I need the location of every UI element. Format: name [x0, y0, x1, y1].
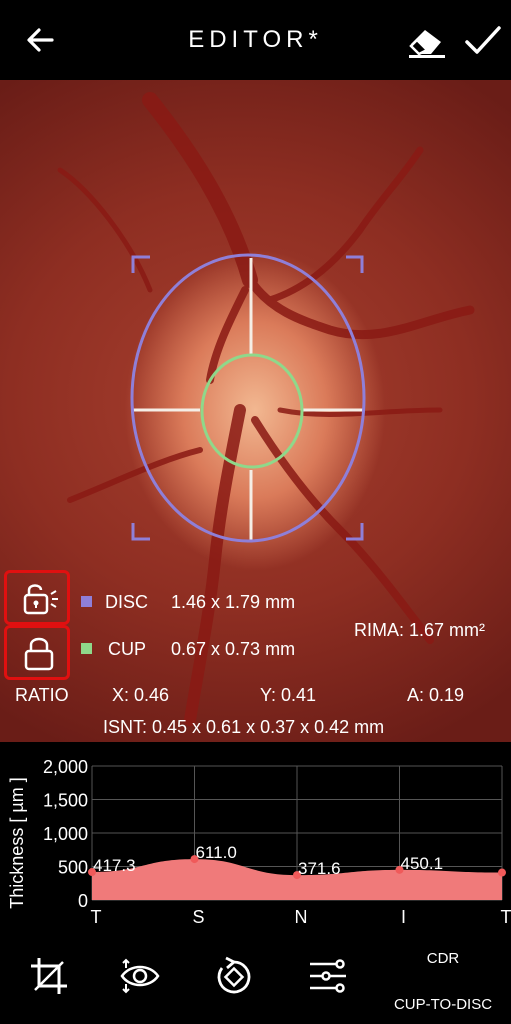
- x-tick-label: S: [192, 907, 204, 927]
- unlock-icon: [23, 584, 58, 615]
- cup-value: 0.67 x 0.73 mm: [171, 639, 296, 659]
- thickness-chart: 2,000 1,500 1,000 500 0 T S N I T 417.3 611.0 371.6 4…: [0, 742, 511, 940]
- bottom-toolbar: CDR CUP-TO-DISC: [0, 940, 511, 1024]
- y-axis-title: Thickness [ µm ]: [7, 777, 27, 908]
- data-label: 450.1: [401, 854, 444, 873]
- x-tick-label: T: [91, 907, 102, 927]
- ratio-y: Y: 0.41: [260, 685, 317, 705]
- cup-swatch: [81, 643, 92, 654]
- ratio-a: A: 0.19: [407, 685, 465, 705]
- cdr-button[interactable]: CDR: [405, 950, 481, 967]
- unlock-ratio-button[interactable]: [4, 570, 70, 625]
- data-label: 417.3: [93, 856, 136, 875]
- thickness-chart-svg: 2,0001,5001,0005000T S N I T417.3611.0371.6 4…: [7, 757, 511, 927]
- crop-icon[interactable]: [27, 954, 71, 998]
- y-tick-label: 0: [78, 891, 88, 911]
- data-label: 371.6: [298, 859, 341, 878]
- y-tick-label: 500: [58, 858, 88, 878]
- ratio-x: X: 0.46: [112, 685, 170, 705]
- y-tick-label: 1,500: [43, 791, 88, 811]
- isnt-value: ISNT: 0.45 x 0.61 x 0.37 x 0.42 mm: [103, 717, 385, 737]
- sliders-icon[interactable]: [306, 954, 350, 998]
- ratio-label: RATIO: [15, 685, 69, 705]
- disc-value: 1.46 x 1.79 mm: [171, 592, 296, 612]
- rima-value: RIMA: 1.67 mm²: [354, 620, 486, 640]
- disc-swatch: [81, 596, 92, 607]
- data-point: [498, 868, 506, 877]
- lock-icon: [24, 637, 54, 671]
- lock-ratio-button[interactable]: [4, 625, 70, 680]
- cup-outline: [200, 353, 304, 469]
- rotate-icon[interactable]: [212, 954, 256, 998]
- y-tick-label: 1,000: [43, 824, 88, 844]
- cup-to-disc-label[interactable]: CUP-TO-DISC: [384, 996, 502, 1013]
- disc-outline: [130, 253, 366, 543]
- x-tick-label: T: [501, 907, 511, 927]
- data-label: 611.0: [196, 843, 237, 862]
- eye-adjust-icon[interactable]: [118, 954, 162, 998]
- disc-label: DISC: [105, 592, 149, 612]
- y-tick-label: 2,000: [43, 757, 88, 777]
- x-tick-label: I: [401, 907, 406, 927]
- x-tick-label: N: [295, 907, 308, 927]
- cup-label: CUP: [108, 639, 147, 659]
